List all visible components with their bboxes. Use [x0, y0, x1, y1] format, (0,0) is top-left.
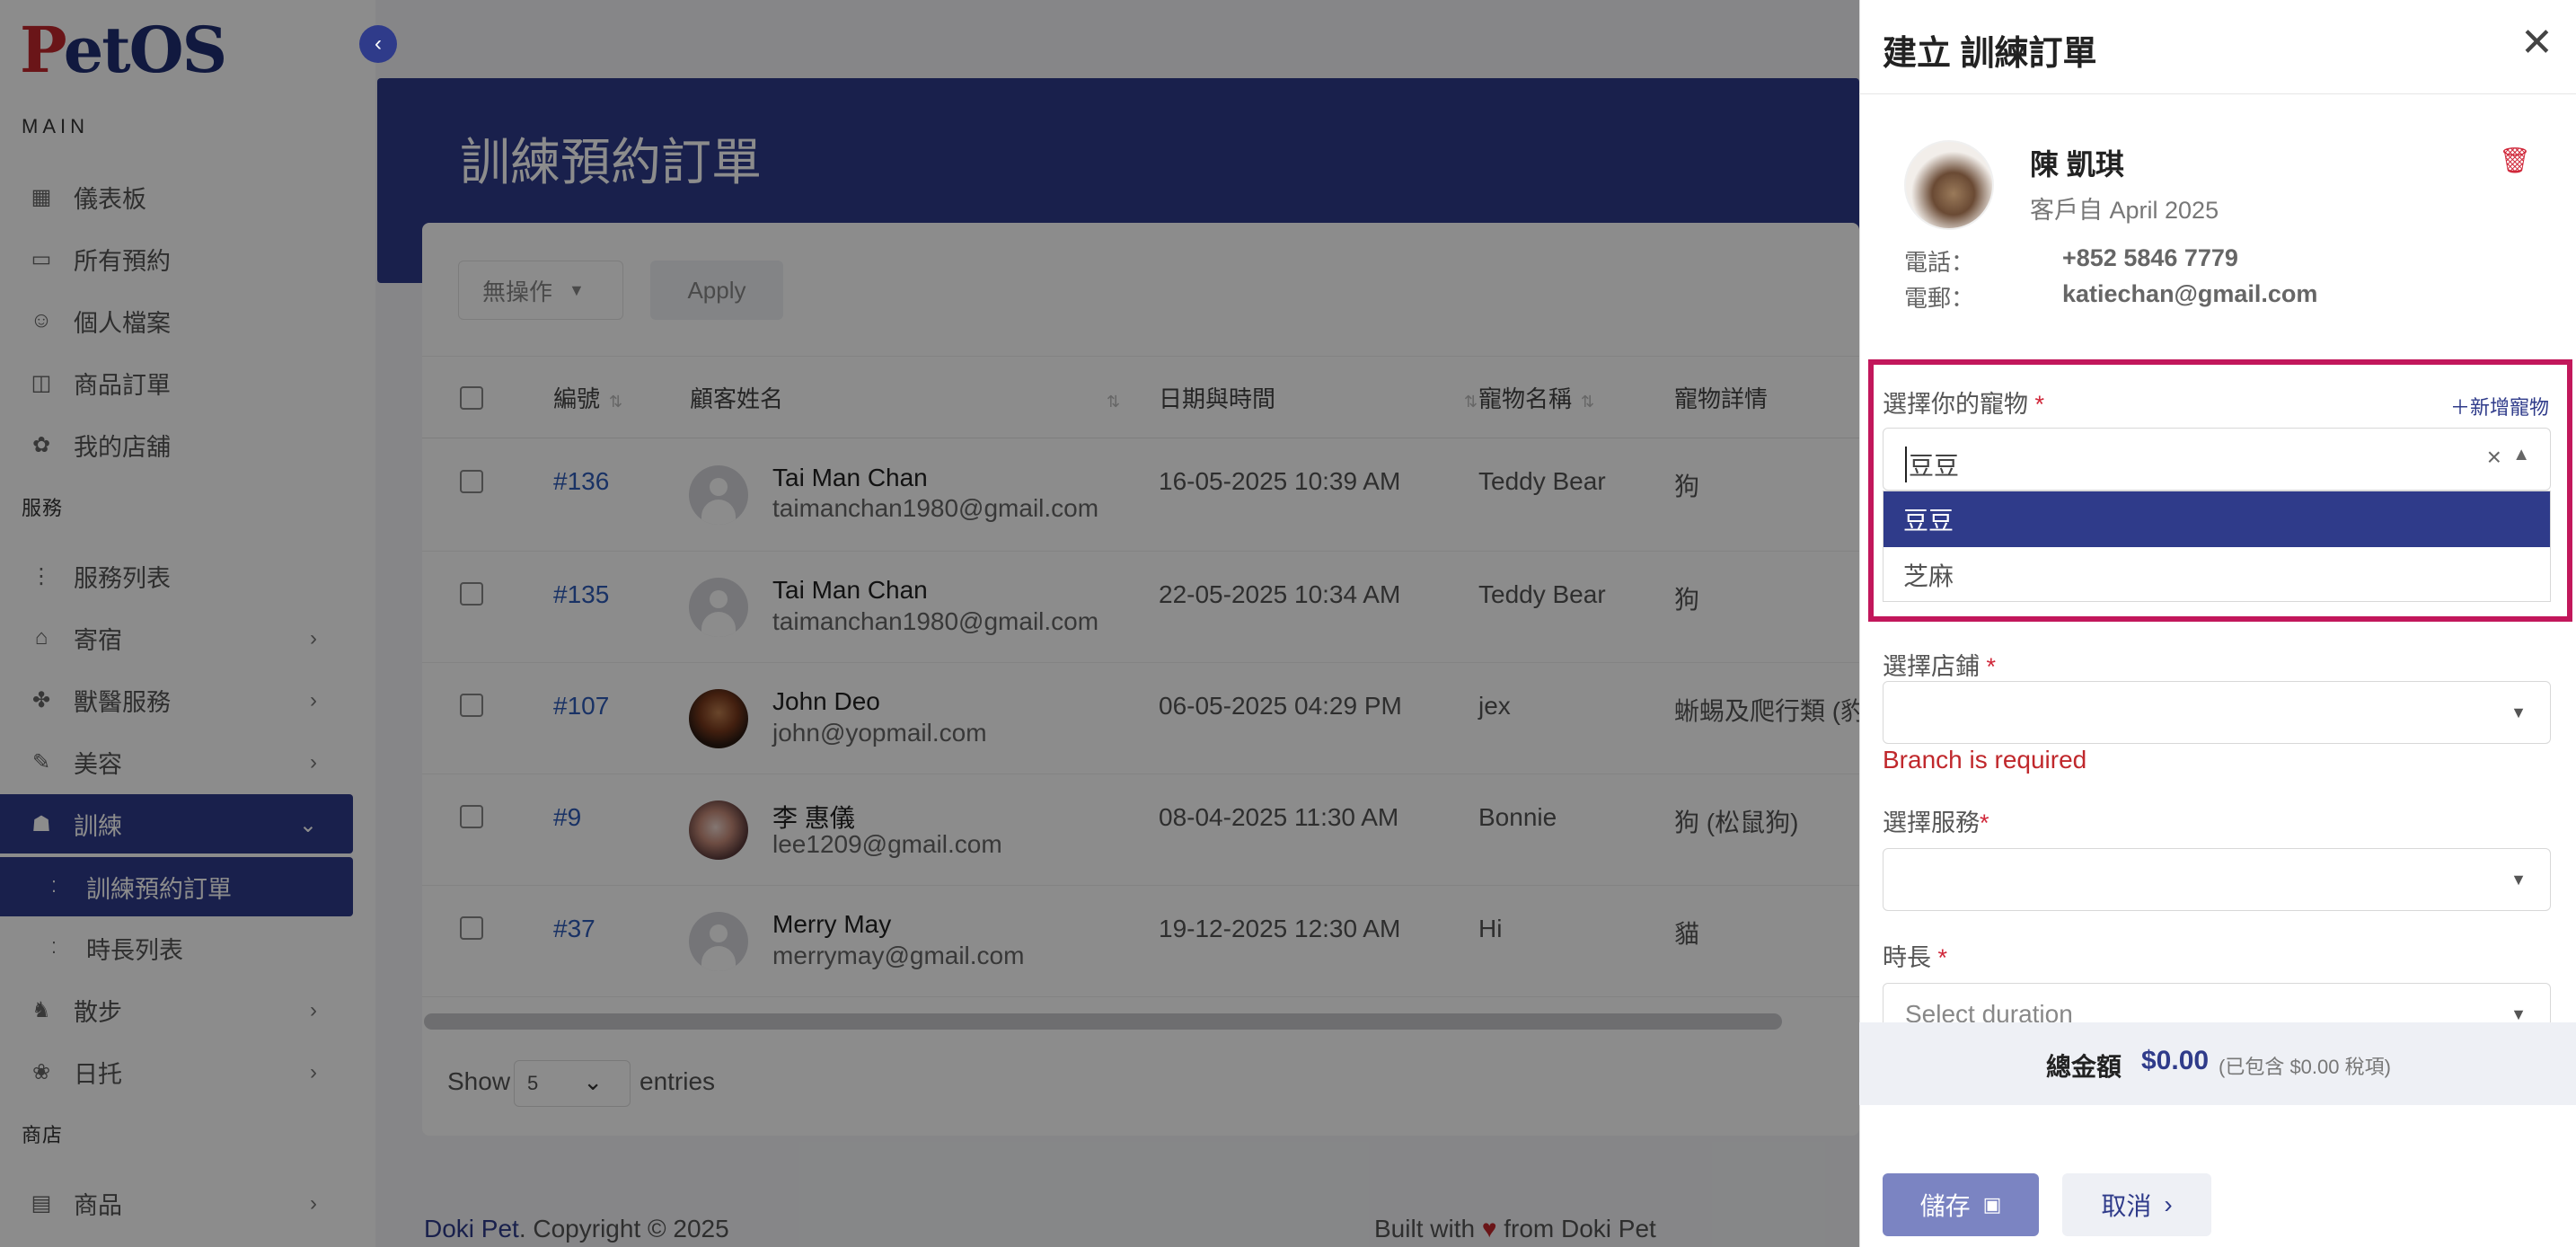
caret-down-icon: ▼ [2510, 871, 2527, 889]
panel-title: 建立 訓練訂單 [1883, 35, 2097, 73]
pet-select-label: 選擇你的寵物 * [1883, 391, 2045, 418]
total-label: 總金額 [2046, 1053, 2122, 1081]
plus-icon: ＋ [2450, 396, 2471, 419]
total-tax: (已包含 $0.00 稅項) [2219, 1056, 2391, 1078]
cancel-button[interactable]: 取消 › [2062, 1173, 2211, 1236]
chevron-left-icon: ‹ [375, 31, 382, 56]
total-value: $0.00 [2141, 1046, 2210, 1075]
caret-down-icon: ▼ [2510, 1005, 2527, 1022]
phone-value: +852 5846 7779 [2062, 244, 2238, 271]
trash-icon[interactable]: 🗑 [2499, 146, 2531, 175]
duration-select[interactable]: Select duration ▼ [1883, 983, 2551, 1022]
collapse-sidebar-button[interactable]: ‹ [359, 25, 397, 63]
total-bar [1859, 1022, 2576, 1105]
pet-option[interactable]: 芝麻 [1883, 547, 2550, 603]
email-label: 電郵： [1904, 285, 1975, 312]
add-pet-link[interactable]: ＋新增寵物 [2450, 392, 2549, 420]
phone-label: 電話： [1904, 249, 1975, 276]
customer-avatar [1904, 140, 1994, 230]
duration-select-label: 時長 * [1883, 944, 1948, 971]
save-icon: ▣ [1982, 1193, 2002, 1216]
branch-select-label: 選擇店鋪 * [1883, 653, 1997, 680]
close-icon[interactable]: ✕ [2520, 23, 2554, 63]
pet-select-value: 豆豆 [1905, 447, 1959, 482]
customer-name: 陳 凱琪 [2030, 148, 2124, 181]
clear-icon[interactable]: × [2487, 443, 2501, 472]
branch-select[interactable]: ▼ [1883, 681, 2551, 744]
save-button[interactable]: 儲存 ▣ [1883, 1173, 2039, 1236]
service-select[interactable]: ▼ [1883, 848, 2551, 911]
customer-since: 客戶自 April 2025 [2030, 197, 2219, 224]
caret-up-icon[interactable]: ▲ [2512, 445, 2530, 465]
pet-option[interactable]: 豆豆 [1883, 491, 2550, 547]
pet-dropdown: 豆豆 芝麻 [1883, 491, 2551, 602]
branch-error: Branch is required [1883, 746, 2087, 774]
modal-backdrop[interactable] [0, 0, 1859, 1247]
service-select-label: 選擇服務* [1883, 809, 1989, 836]
chevron-right-icon: › [2164, 1190, 2173, 1218]
caret-down-icon: ▼ [2510, 703, 2527, 721]
email-value: katiechan@gmail.com [2062, 280, 2318, 307]
pet-select-input[interactable]: 豆豆 × ▲ [1883, 428, 2551, 491]
panel-divider [1859, 93, 2576, 94]
